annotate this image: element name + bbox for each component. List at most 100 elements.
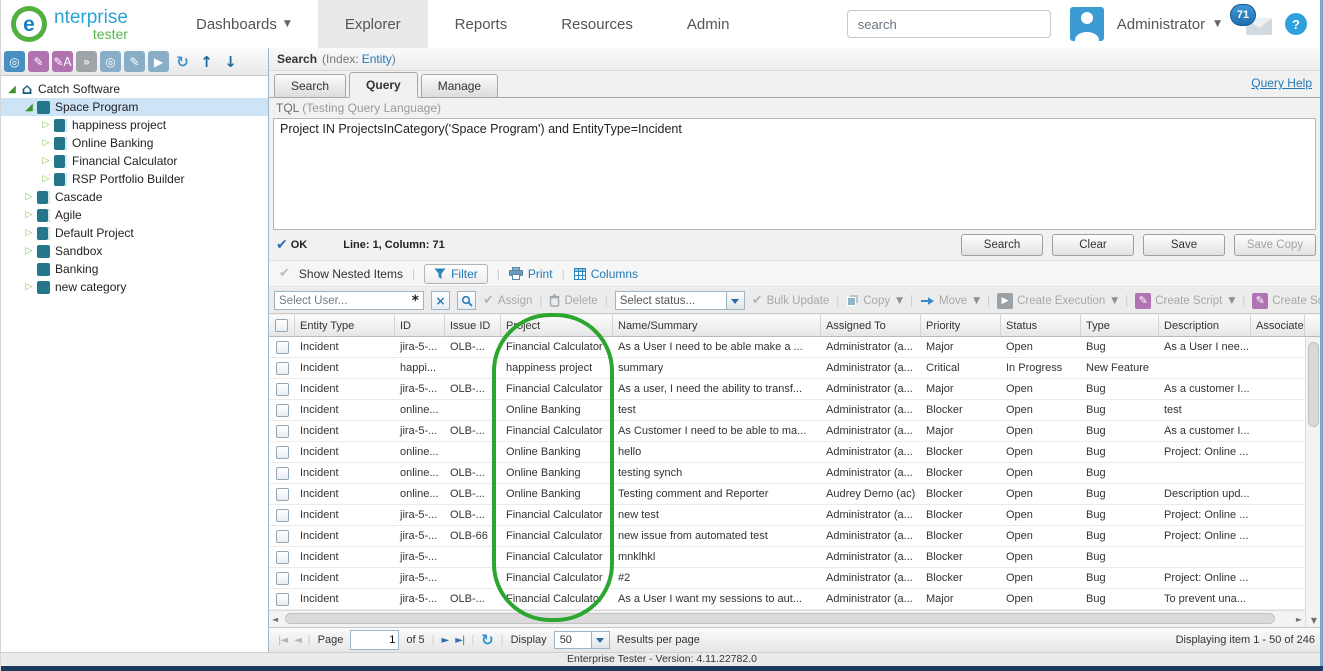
next-page-button[interactable]: ►: [442, 635, 449, 646]
query-help-link[interactable]: Query Help: [1251, 76, 1312, 90]
table-row[interactable]: Incidentjira-5-...OLB-...Financial Calcu…: [269, 379, 1305, 400]
table-row[interactable]: Incidentonline...OLB-...Online BankingTe…: [269, 484, 1305, 505]
nav-dashboards[interactable]: Dashboards▼: [169, 0, 318, 48]
tree-item-new-category[interactable]: ▷new category: [1, 278, 268, 296]
nav-reports[interactable]: Reports: [428, 0, 535, 48]
table-row[interactable]: Incidenthappi...happiness projectsummary…: [269, 358, 1305, 379]
navigate-target-icon[interactable]: ◎: [4, 51, 25, 72]
find-user-button[interactable]: [457, 291, 476, 310]
avatar[interactable]: [1070, 7, 1104, 41]
column-header-description[interactable]: Description: [1159, 315, 1251, 336]
nav-explorer[interactable]: Explorer: [318, 0, 428, 48]
column-header-id[interactable]: ID: [395, 315, 445, 336]
table-row[interactable]: Incidentonline...Online BankingtestAdmin…: [269, 400, 1305, 421]
row-checkbox[interactable]: [269, 400, 295, 420]
move-down-icon[interactable]: ↓: [220, 51, 241, 72]
first-page-button[interactable]: |◄: [278, 635, 287, 646]
tree-item-agile[interactable]: ▷Agile: [1, 206, 268, 224]
column-header-entity-type[interactable]: Entity Type: [295, 315, 395, 336]
expand-arrow-icon[interactable]: ▷: [39, 138, 53, 148]
table-row[interactable]: Incidentjira-5-...OLB-66Financial Calcul…: [269, 526, 1305, 547]
expand-arrow-icon[interactable]: ▷: [39, 120, 53, 130]
move-up-icon[interactable]: ↑: [196, 51, 217, 72]
tree-item-cascade[interactable]: ▷Cascade: [1, 188, 268, 206]
column-header-type[interactable]: Type: [1081, 315, 1159, 336]
table-row[interactable]: Incidentjira-5-...OLB-...Financial Calcu…: [269, 589, 1305, 610]
filter-button[interactable]: Filter: [424, 264, 488, 284]
column-header-issue-id[interactable]: Issue ID: [445, 315, 501, 336]
row-checkbox[interactable]: [269, 358, 295, 378]
select-user-input[interactable]: Select User... *: [274, 291, 424, 310]
edit-icon[interactable]: ✎: [28, 51, 49, 72]
record-icon[interactable]: ◎: [100, 51, 121, 72]
expand-arrow-icon[interactable]: ▷: [22, 282, 36, 292]
page-number-input[interactable]: [350, 630, 399, 650]
row-checkbox[interactable]: [269, 442, 295, 462]
clear-button[interactable]: Clear: [1052, 234, 1134, 256]
row-checkbox[interactable]: [269, 379, 295, 399]
scroll-left-arrow-icon[interactable]: ◄: [272, 615, 278, 624]
copy-button[interactable]: Copy▼: [846, 294, 903, 307]
tree-item-happiness-project[interactable]: ▷happiness project: [1, 116, 268, 134]
horizontal-scrollbar[interactable]: ◄ ►: [269, 610, 1305, 627]
refresh-icon[interactable]: ↻: [481, 631, 494, 649]
column-header-status[interactable]: Status: [1001, 315, 1081, 336]
tree-item-rsp-portfolio-builder[interactable]: ▷RSP Portfolio Builder: [1, 170, 268, 188]
row-checkbox[interactable]: [269, 526, 295, 546]
edit-text-icon[interactable]: ✎A: [52, 51, 73, 72]
print-button[interactable]: Print: [509, 267, 553, 281]
prev-page-button[interactable]: ◄: [294, 635, 301, 646]
last-page-button[interactable]: ►|: [455, 635, 464, 646]
nested-items-checkbox[interactable]: ✔: [279, 266, 290, 281]
tree-item-online-banking[interactable]: ▷Online Banking: [1, 134, 268, 152]
nav-admin[interactable]: Admin: [660, 0, 757, 48]
tree-item-default-project[interactable]: ▷Default Project: [1, 224, 268, 242]
select-all-checkbox[interactable]: [269, 315, 295, 336]
delete-button[interactable]: Delete: [549, 294, 597, 307]
row-checkbox[interactable]: [269, 484, 295, 504]
index-entity-link[interactable]: Entity: [362, 52, 392, 66]
row-checkbox[interactable]: [269, 337, 295, 357]
row-checkbox[interactable]: [269, 589, 295, 609]
tab-search[interactable]: Search: [274, 74, 346, 98]
expand-arrow-icon[interactable]: ▷: [22, 246, 36, 256]
collapse-arrow-icon[interactable]: ◢: [22, 102, 36, 113]
create-script-button[interactable]: ✎ Create Script▼: [1135, 293, 1235, 309]
refresh-icon[interactable]: ↻: [172, 51, 193, 72]
table-row[interactable]: Incidentjira-5-...Financial Calculator#2…: [269, 568, 1305, 589]
notifications-button[interactable]: 71: [1242, 13, 1272, 35]
expand-arrow-icon[interactable]: ▷: [22, 210, 36, 220]
tql-query-editor[interactable]: Project IN ProjectsInCategory('Space Pro…: [273, 118, 1316, 230]
tab-query[interactable]: Query: [349, 72, 418, 98]
search-button[interactable]: Search: [961, 234, 1043, 256]
tree-item-sandbox[interactable]: ▷Sandbox: [1, 242, 268, 260]
row-checkbox[interactable]: [269, 505, 295, 525]
column-header-assigned-to[interactable]: Assigned To: [821, 315, 921, 336]
row-checkbox[interactable]: [269, 547, 295, 567]
collapse-arrow-icon[interactable]: ◢: [5, 84, 19, 95]
table-row[interactable]: Incidentjira-5-...Financial Calculatormn…: [269, 547, 1305, 568]
table-row[interactable]: Incidentjira-5-...OLB-...Financial Calcu…: [269, 337, 1305, 358]
scroll-right-arrow-icon[interactable]: ►: [1296, 615, 1302, 624]
column-header-project[interactable]: Project: [501, 315, 613, 336]
clear-user-button[interactable]: ×: [431, 291, 450, 310]
move-button[interactable]: Move▼: [920, 295, 980, 307]
create-script-button-2[interactable]: ✎ Create Script▼: [1252, 293, 1323, 309]
table-row[interactable]: Incidentjira-5-...OLB-...Financial Calcu…: [269, 421, 1305, 442]
run-icon[interactable]: ▶: [148, 51, 169, 72]
row-checkbox[interactable]: [269, 421, 295, 441]
expand-arrow-icon[interactable]: ▷: [22, 192, 36, 202]
horizontal-scrollbar-thumb[interactable]: [285, 613, 1275, 624]
search-input[interactable]: [847, 10, 1051, 38]
tree-item-catch-software[interactable]: ◢⌂Catch Software: [1, 80, 268, 98]
script-icon[interactable]: ✎: [124, 51, 145, 72]
assign-button[interactable]: ✔Assign: [483, 293, 532, 308]
user-menu[interactable]: Administrator▼: [1117, 16, 1221, 33]
column-header-associated-s[interactable]: Associated S: [1251, 315, 1305, 336]
table-row[interactable]: Incidentjira-5-...OLB-...Financial Calcu…: [269, 505, 1305, 526]
expand-arrow-icon[interactable]: ▷: [39, 174, 53, 184]
select-status-dropdown[interactable]: Select status...: [615, 291, 745, 310]
fast-forward-icon[interactable]: »: [76, 51, 97, 72]
tab-manage[interactable]: Manage: [421, 74, 498, 98]
expand-arrow-icon[interactable]: ▷: [39, 156, 53, 166]
